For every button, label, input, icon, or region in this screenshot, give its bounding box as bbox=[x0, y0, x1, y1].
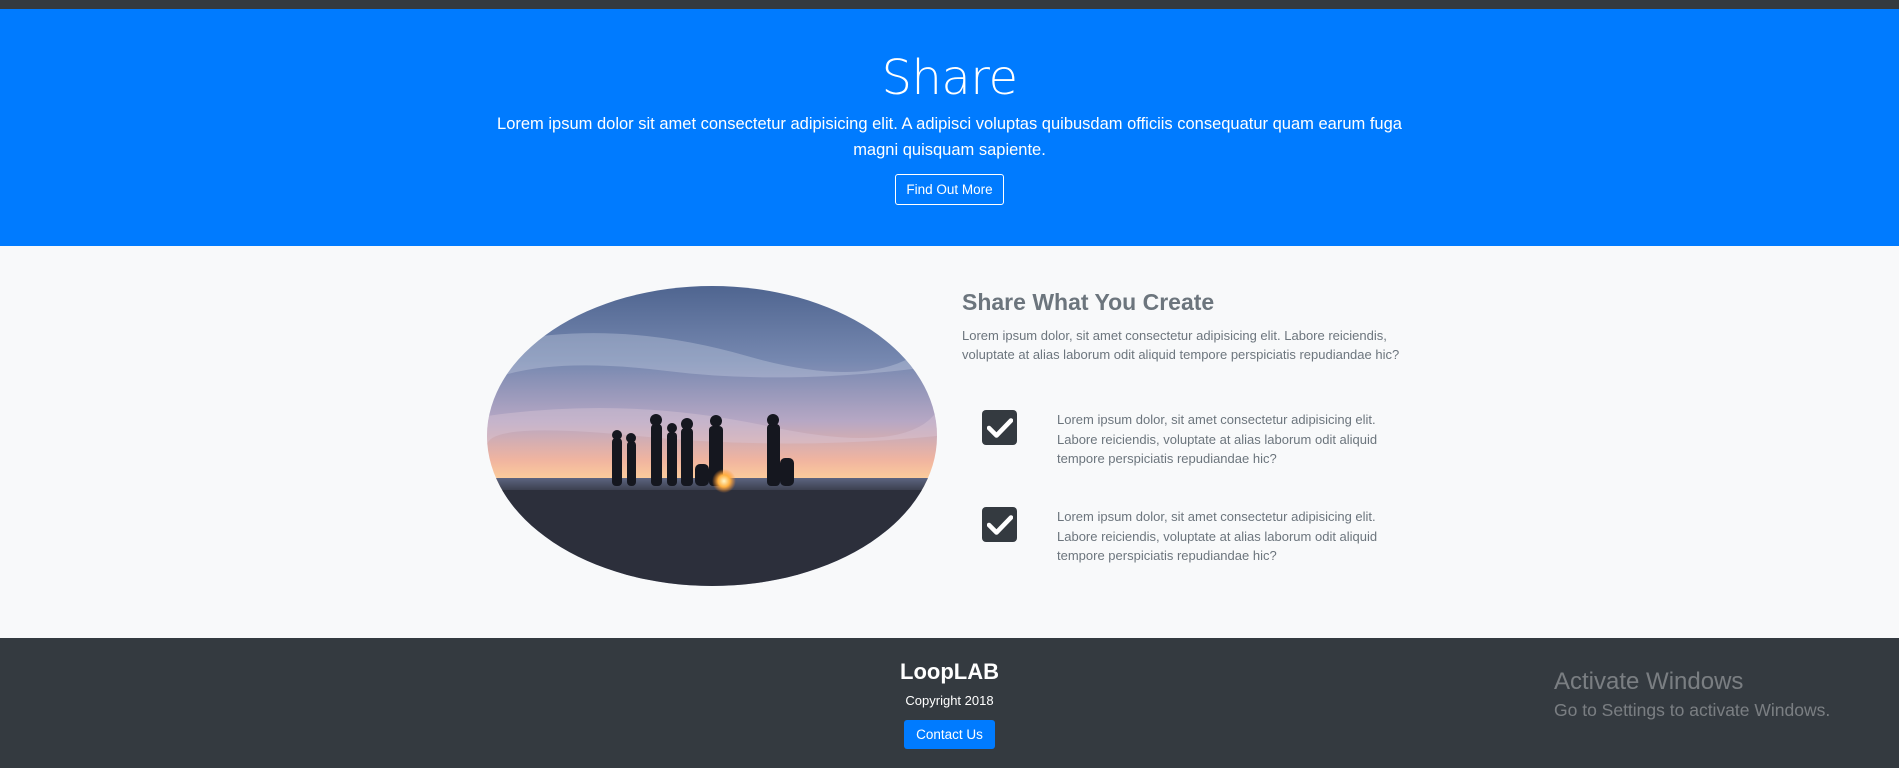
feature-copy: Share What You Create Lorem ipsum dolor,… bbox=[962, 288, 1402, 364]
hero-lead: Lorem ipsum dolor sit amet consectetur a… bbox=[497, 114, 1402, 159]
check-square-icon bbox=[982, 507, 1017, 542]
activate-windows-watermark: Activate Windows Go to Settings to activ… bbox=[1554, 668, 1830, 721]
watermark-subtitle: Go to Settings to activate Windows. bbox=[1554, 700, 1831, 720]
watermark-title: Activate Windows bbox=[1554, 668, 1744, 695]
hero-section: Share Lorem ipsum dolor sit amet consect… bbox=[0, 9, 1899, 246]
feature-section: Share What You Create Lorem ipsum dolor,… bbox=[0, 246, 1899, 638]
feature-item-text: Lorem ipsum dolor, sit amet consectetur … bbox=[1057, 509, 1378, 563]
hero-title: Share bbox=[881, 50, 1018, 106]
top-strip bbox=[0, 0, 1899, 9]
contact-us-button[interactable]: Contact Us bbox=[904, 720, 995, 749]
feature-intro: Lorem ipsum dolor, sit amet consectetur … bbox=[962, 327, 1400, 362]
feature-item-text: Lorem ipsum dolor, sit amet consectetur … bbox=[1057, 412, 1378, 466]
feature-title: Share What You Create bbox=[962, 289, 1215, 315]
check-square-icon bbox=[982, 410, 1017, 445]
find-out-more-button[interactable]: Find Out More bbox=[895, 173, 1004, 205]
campfire-photo bbox=[487, 286, 937, 586]
